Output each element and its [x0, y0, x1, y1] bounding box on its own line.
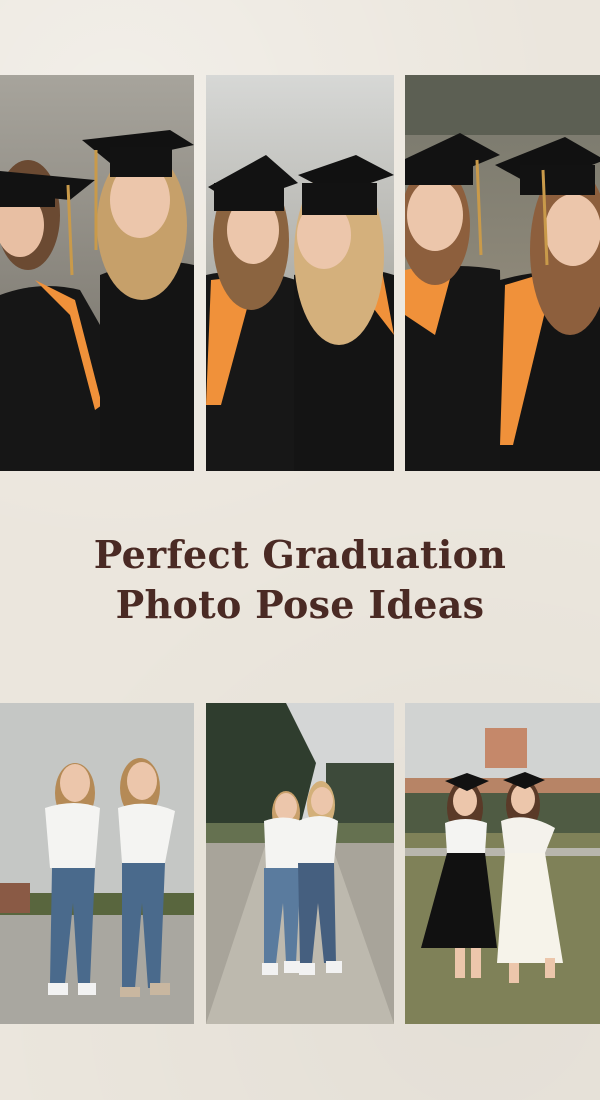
- photo-graduates-caps-gowns-2: [206, 75, 394, 471]
- photo-graduates-caps-gowns-1: [0, 75, 194, 471]
- pin-title: Perfect Graduation Photo Pose Ideas: [0, 530, 600, 630]
- pin-title-line-1: Perfect Graduation: [93, 532, 507, 577]
- photo-graduates-caps-gowns-3: [405, 75, 600, 471]
- photo-women-white-tops-jeans-2: [206, 703, 394, 1024]
- photo-graduates-caps-skirts: [405, 703, 600, 1024]
- pin-title-line-2: Photo Pose Ideas: [115, 582, 485, 627]
- pin-canvas: Perfect Graduation Photo Pose Ideas: [0, 0, 600, 1100]
- photo-women-white-tops-jeans-1: [0, 703, 194, 1024]
